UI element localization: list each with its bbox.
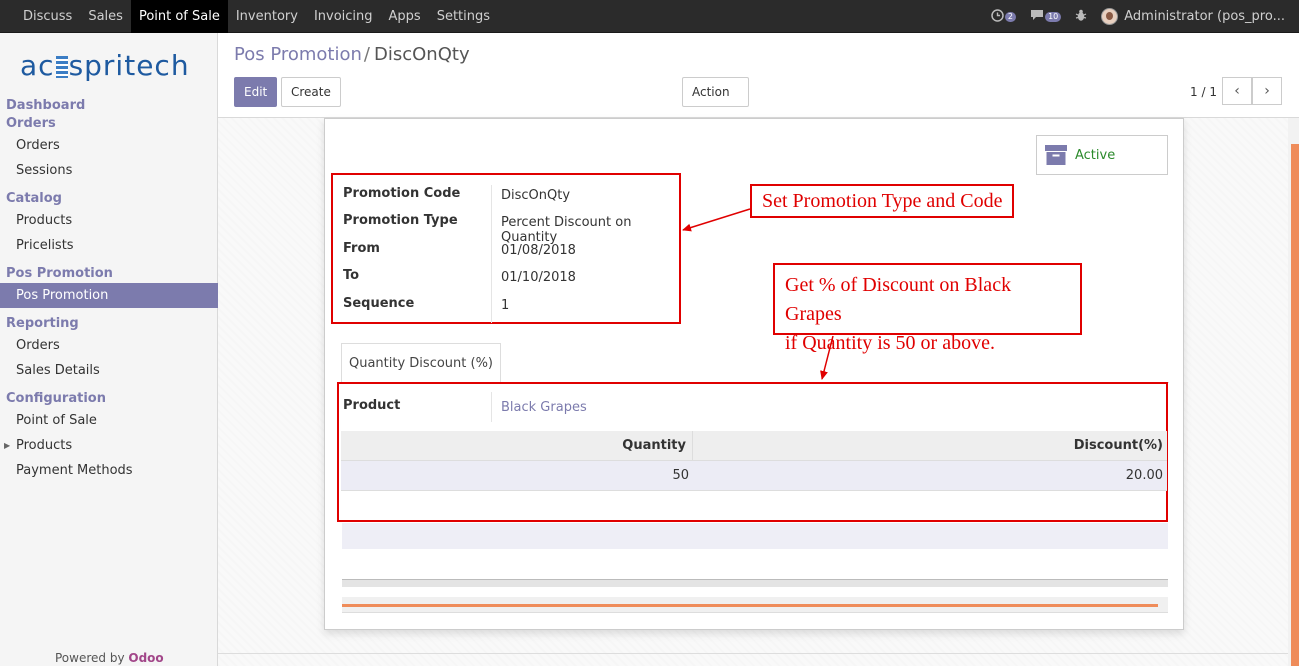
promotion-code-value: DiscOnQty — [501, 188, 571, 203]
create-button[interactable]: Create — [281, 77, 341, 107]
action-dropdown[interactable]: Action ▼ — [682, 77, 749, 126]
scrollbar[interactable] — [1288, 118, 1299, 666]
field-promotion-code: Promotion Code DiscOnQty — [343, 186, 571, 203]
callout-set-promotion: Set Promotion Type and Code — [750, 184, 1015, 218]
pager-next-button[interactable]: › — [1252, 77, 1282, 105]
control-panel: Pos Promotion / DiscOnQty Edit Create Acti… — [218, 33, 1299, 126]
activity-count-badge: 2 — [1004, 12, 1016, 22]
menu-sales[interactable]: Sales — [80, 0, 131, 33]
discount-table-header: Quantity Discount(%) — [341, 431, 1167, 461]
sidebar: ac spritech Dashboard Orders Orders Sessi… — [0, 33, 218, 666]
company-logo: ac spritech — [20, 49, 190, 82]
breadcrumb-pos-promotion[interactable]: Pos Promotion — [234, 44, 362, 65]
sidebar-section-pos-promotion: Pos Promotion — [6, 266, 113, 281]
sequence-value: 1 — [501, 298, 510, 313]
promotion-fields-highlight: Promotion Code DiscOnQty Promotion Type … — [331, 173, 681, 324]
table-row[interactable]: 50 20.00 — [341, 461, 1167, 491]
sidebar-item-sessions[interactable]: Sessions — [0, 158, 218, 183]
debug-bug-icon[interactable] — [1075, 0, 1087, 33]
active-status-label: Active — [1075, 148, 1116, 163]
active-toggle-button[interactable]: Active — [1036, 135, 1168, 175]
sidebar-section-catalog: Catalog — [6, 191, 62, 206]
menu-apps[interactable]: Apps — [381, 0, 429, 33]
menu-invoicing[interactable]: Invoicing — [306, 0, 381, 33]
menu-point-of-sale[interactable]: Point of Sale — [130, 0, 228, 33]
discount-cell: 20.00 — [1125, 468, 1163, 483]
pager-previous-button[interactable]: ‹ — [1222, 77, 1252, 105]
from-date-value: 01/08/2018 — [501, 243, 576, 258]
breadcrumb-current: DiscOnQty — [374, 44, 470, 65]
sidebar-item-report-orders[interactable]: Orders — [0, 333, 218, 358]
edit-button[interactable]: Edit — [234, 77, 278, 107]
sidebar-section-reporting: Reporting — [6, 316, 79, 331]
product-link[interactable]: Black Grapes — [501, 400, 587, 415]
powered-by: Powered by Odoo — [55, 651, 164, 665]
sidebar-item-payment-methods[interactable]: Payment Methods — [0, 458, 218, 483]
tab-quantity-discount[interactable]: Quantity Discount (%) — [341, 343, 501, 383]
systray: 2 10 Administrator (pos_pro... — [990, 0, 1299, 33]
chevron-left-icon: ‹ — [1234, 83, 1240, 99]
callout-quantity-discount: Get % of Discount on Black Grapes if Qua… — [773, 263, 1082, 354]
breadcrumb: Pos Promotion / DiscOnQty — [234, 44, 470, 65]
sidebar-section-orders: Orders — [6, 116, 56, 131]
odoo-link[interactable]: Odoo — [128, 651, 163, 665]
sidebar-item-orders[interactable]: Orders — [0, 133, 218, 158]
user-menu[interactable]: Administrator (pos_pro... — [1124, 9, 1285, 24]
column-quantity[interactable]: Quantity — [341, 431, 693, 461]
activity-button[interactable]: 2 — [990, 0, 1016, 33]
app-menu: Discuss Sales Point of Sale Inventory In… — [0, 0, 498, 33]
sidebar-item-config-products[interactable]: ▶ Products — [0, 433, 218, 458]
quantity-discount-highlight: Product Black Grapes Quantity Discount(%… — [337, 382, 1168, 522]
caret-right-icon: ▶ — [4, 441, 11, 450]
sidebar-item-sales-details[interactable]: Sales Details — [0, 358, 218, 383]
field-sequence: Sequence 1 — [343, 296, 510, 313]
menu-discuss[interactable]: Discuss — [0, 0, 80, 33]
quantity-cell: 50 — [672, 468, 689, 483]
message-count-badge: 10 — [1045, 12, 1062, 22]
menu-settings[interactable]: Settings — [429, 0, 498, 33]
sidebar-section-configuration: Configuration — [6, 391, 106, 406]
product-label: Product — [343, 398, 401, 413]
pager-value: 1 / 1 — [1190, 85, 1217, 99]
user-avatar[interactable] — [1101, 8, 1119, 25]
to-date-value: 01/10/2018 — [501, 270, 576, 285]
sidebar-item-pos-promotion[interactable]: Pos Promotion — [0, 283, 218, 308]
messages-button[interactable]: 10 — [1030, 0, 1062, 33]
column-discount[interactable]: Discount(%) — [693, 431, 1167, 461]
sidebar-item-pricelists[interactable]: Pricelists — [0, 233, 218, 258]
archive-icon — [1045, 145, 1067, 165]
sidebar-item-products[interactable]: Products — [0, 208, 218, 233]
chevron-right-icon: › — [1264, 83, 1270, 99]
scrollbar-thumb[interactable] — [1291, 144, 1299, 666]
top-navbar: Discuss Sales Point of Sale Inventory In… — [0, 0, 1299, 33]
sidebar-section-dashboard[interactable]: Dashboard — [0, 97, 218, 115]
sidebar-item-point-of-sale[interactable]: Point of Sale — [0, 408, 218, 433]
menu-inventory[interactable]: Inventory — [228, 0, 306, 33]
field-promotion-type: Promotion Type Percent Discount on Quant… — [343, 213, 683, 245]
field-from: From 01/08/2018 — [343, 241, 576, 258]
sidebar-menu: Dashboard Orders Orders Sessions Catalog… — [0, 97, 218, 483]
field-to: To 01/10/2018 — [343, 268, 576, 285]
